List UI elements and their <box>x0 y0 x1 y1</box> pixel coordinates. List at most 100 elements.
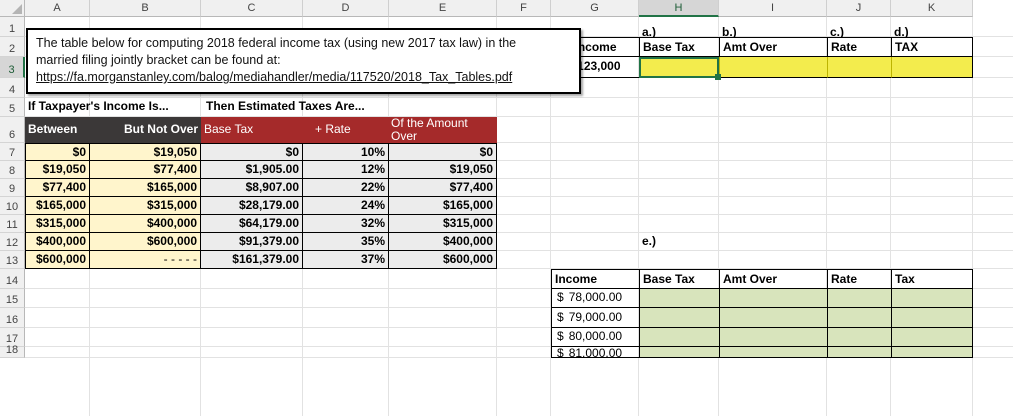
textbox-line1: The table below for computing 2018 feder… <box>36 36 517 50</box>
amt-over-answer[interactable] <box>719 57 827 78</box>
table-e-base-tax[interactable] <box>639 289 719 308</box>
row-number: 5 <box>8 103 16 115</box>
row-number: 15 <box>5 294 19 306</box>
row-header-9[interactable]: 9 <box>0 179 25 197</box>
table-e-income[interactable]: $81,000.00 <box>551 347 639 358</box>
row-header-12[interactable]: 12 <box>0 233 25 251</box>
question-label-c: c.) <box>830 25 845 37</box>
bracket-base-tax: $28,179.00 <box>201 197 303 215</box>
table-e-base-tax[interactable] <box>639 308 719 328</box>
bracket-base-tax: $1,905.00 <box>201 161 303 179</box>
income-amount: 81,000.00 <box>568 347 623 358</box>
row-number: 11 <box>6 219 18 231</box>
row-header-5[interactable]: 5 <box>0 98 25 117</box>
bracket-to: $165,000 <box>90 179 201 197</box>
column-header-e[interactable]: E <box>389 0 497 17</box>
calc-header-amt-over: Amt Over <box>719 37 827 57</box>
column-header-j[interactable]: J <box>827 0 891 17</box>
bracket-from: $0 <box>25 143 90 161</box>
bracket-base-tax: $0 <box>201 143 303 161</box>
column-header-a[interactable]: A <box>25 0 90 17</box>
column-header-i[interactable]: I <box>719 0 827 17</box>
currency-symbol: $ <box>557 347 564 358</box>
column-header-c[interactable]: C <box>201 0 303 17</box>
bracket-base-tax: $91,379.00 <box>201 233 303 251</box>
row-header-16[interactable]: 16 <box>0 308 25 328</box>
row-header-8[interactable]: 8 <box>0 161 25 179</box>
bracket-to: $315,000 <box>90 197 201 215</box>
tax-tables-link[interactable]: https://fa.morganstanley.com/balog/media… <box>36 69 571 86</box>
row-header-18[interactable]: 18 <box>0 344 25 358</box>
row-header-10[interactable]: 10 <box>0 197 25 215</box>
bracket-rate: 37% <box>303 251 389 269</box>
column-header-k[interactable]: K <box>891 0 973 17</box>
row-header-4[interactable]: 4 <box>0 78 25 98</box>
column-header-b[interactable]: B <box>90 0 201 17</box>
table-e-rate[interactable] <box>827 308 891 328</box>
bracket-amount-over: $77,400 <box>389 179 497 197</box>
table-e-income[interactable]: $78,000.00 <box>551 289 639 308</box>
column-header-f[interactable]: F <box>497 0 551 17</box>
currency-symbol: $ <box>557 329 564 343</box>
row-header-1[interactable]: 1 <box>0 17 25 37</box>
income-amount: 79,000.00 <box>568 310 623 324</box>
header-rate: + Rate <box>303 117 389 143</box>
table-e-amt-over[interactable] <box>719 308 827 328</box>
bracket-from: $400,000 <box>25 233 90 251</box>
row-header-2[interactable]: 2 <box>0 37 25 57</box>
column-header-h[interactable]: H <box>639 0 719 17</box>
table-e-header-rate: Rate <box>827 269 891 289</box>
calc-header-tax: TAX <box>891 37 973 57</box>
column-header-g[interactable]: G <box>551 0 639 17</box>
tax-answer[interactable] <box>891 57 973 78</box>
table-e-rate[interactable] <box>827 347 891 358</box>
row-header-14[interactable]: 14 <box>0 269 25 289</box>
row-number: 18 <box>5 344 19 356</box>
bracket-rate: 35% <box>303 233 389 251</box>
column-header-d[interactable]: D <box>303 0 389 17</box>
select-all-triangle-icon <box>12 4 22 14</box>
bracket-from: $19,050 <box>25 161 90 179</box>
row-header-7[interactable]: 7 <box>0 143 25 161</box>
table-e-amt-over[interactable] <box>719 347 827 358</box>
bracket-rate: 22% <box>303 179 389 197</box>
table-e-tax[interactable] <box>891 328 973 347</box>
calc-header-base-tax: Base Tax <box>639 37 719 57</box>
table-e-tax[interactable] <box>891 308 973 328</box>
table-e-header-base-tax: Base Tax <box>639 269 719 289</box>
rate-answer[interactable] <box>827 57 891 78</box>
row-header-15[interactable]: 15 <box>0 289 25 308</box>
fill-handle[interactable] <box>715 74 721 80</box>
table-title-taxes: Then Estimated Taxes Are... <box>206 99 365 113</box>
header-but-not-over: But Not Over <box>90 117 201 143</box>
bracket-amount-over: $600,000 <box>389 251 497 269</box>
table-e-base-tax[interactable] <box>639 347 719 358</box>
bracket-to: $19,050 <box>90 143 201 161</box>
active-cell-selection[interactable] <box>639 57 719 78</box>
row-number: 4 <box>8 84 16 96</box>
table-e-income[interactable]: $79,000.00 <box>551 308 639 328</box>
question-label-a: a.) <box>642 25 657 37</box>
table-e-rate[interactable] <box>827 328 891 347</box>
instructions-textbox[interactable]: The table below for computing 2018 feder… <box>26 28 581 94</box>
row-header-6[interactable]: 6 <box>0 117 25 143</box>
header-base-tax: Base Tax <box>201 117 303 143</box>
header-amount-over-line2: Over <box>391 129 418 143</box>
table-e-rate[interactable] <box>827 289 891 308</box>
table-e-header-income: Income <box>551 269 639 289</box>
bracket-rate: 12% <box>303 161 389 179</box>
table-e-amt-over[interactable] <box>719 328 827 347</box>
row-header-11[interactable]: 11 <box>0 215 25 233</box>
table-e-tax[interactable] <box>891 289 973 308</box>
table-e-base-tax[interactable] <box>639 328 719 347</box>
table-e-tax[interactable] <box>891 347 973 358</box>
table-e-income[interactable]: $80,000.00 <box>551 328 639 347</box>
bracket-base-tax: $161,379.00 <box>201 251 303 269</box>
table-e-amt-over[interactable] <box>719 289 827 308</box>
bracket-to: $77,400 <box>90 161 201 179</box>
row-header-13[interactable]: 13 <box>0 251 25 269</box>
currency-symbol: $ <box>557 290 564 304</box>
bracket-from: $165,000 <box>25 197 90 215</box>
income-amount: 78,000.00 <box>568 290 623 304</box>
row-header-3[interactable]: 3 <box>0 57 25 78</box>
